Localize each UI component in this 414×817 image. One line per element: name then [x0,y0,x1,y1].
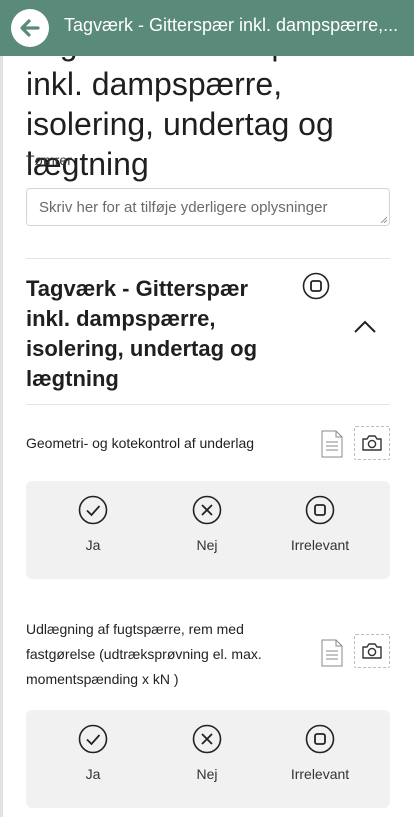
answer-options: Ja Nej Irrelevant [26,481,390,579]
info-field-wrapper [26,188,390,226]
camera-button[interactable] [354,634,390,668]
checkpoint-label: Geometri- og kotekontrol af underlag [26,435,255,451]
content-scroll-area[interactable]: Tagværk - Gitterspær inkl. dampspærre, i… [0,56,414,817]
trade-label: Tømrer [26,152,72,168]
top-app-bar: Tagværk - Gitterspær inkl. dampspærre,..… [0,0,414,56]
answer-no-button[interactable]: Nej [162,724,252,794]
camera-icon [362,643,382,659]
answer-label: Ja [85,537,101,553]
arrow-left-icon [20,19,40,37]
resize-grip-icon[interactable] [380,216,387,223]
header-title: Tagværk - Gitterspær inkl. dampspærre,..… [64,15,399,35]
answer-label: Ja [85,766,101,782]
stop-circle-icon [305,724,335,754]
answer-no-button[interactable]: Nej [162,495,252,565]
stop-circle-icon [305,495,335,525]
check-circle-icon [78,495,108,525]
answer-label: Irrelevant [290,537,350,553]
x-circle-icon [192,495,222,525]
camera-button[interactable] [354,426,390,460]
page-title: Tagværk - Gitterspær inkl. dampspærre, i… [26,56,334,182]
document-icon[interactable] [321,430,343,458]
camera-icon [362,435,382,451]
answer-label: Nej [196,766,218,782]
answer-yes-button[interactable]: Ja [48,495,138,565]
check-circle-icon [78,724,108,754]
stop-circle-icon[interactable] [302,272,330,300]
answer-irrelevant-button[interactable]: Irrelevant [275,724,365,794]
additional-info-input[interactable] [26,188,390,226]
answer-options: Ja Nej Irrelevant [26,710,390,808]
answer-yes-button[interactable]: Ja [48,724,138,794]
divider [26,404,390,405]
checkpoint-label: Udlægning af fugtspærre, rem med fastgør… [26,621,262,687]
section-title: Tagværk - Gitterspær inkl. dampspærre, i… [26,276,258,391]
divider [26,258,390,259]
document-icon[interactable] [321,639,343,667]
scrollbar[interactable] [0,56,3,817]
answer-label: Irrelevant [290,766,350,782]
chevron-up-icon[interactable] [352,318,378,336]
x-circle-icon [192,724,222,754]
back-button[interactable] [11,9,49,47]
answer-irrelevant-button[interactable]: Irrelevant [275,495,365,565]
answer-label: Nej [196,537,218,553]
